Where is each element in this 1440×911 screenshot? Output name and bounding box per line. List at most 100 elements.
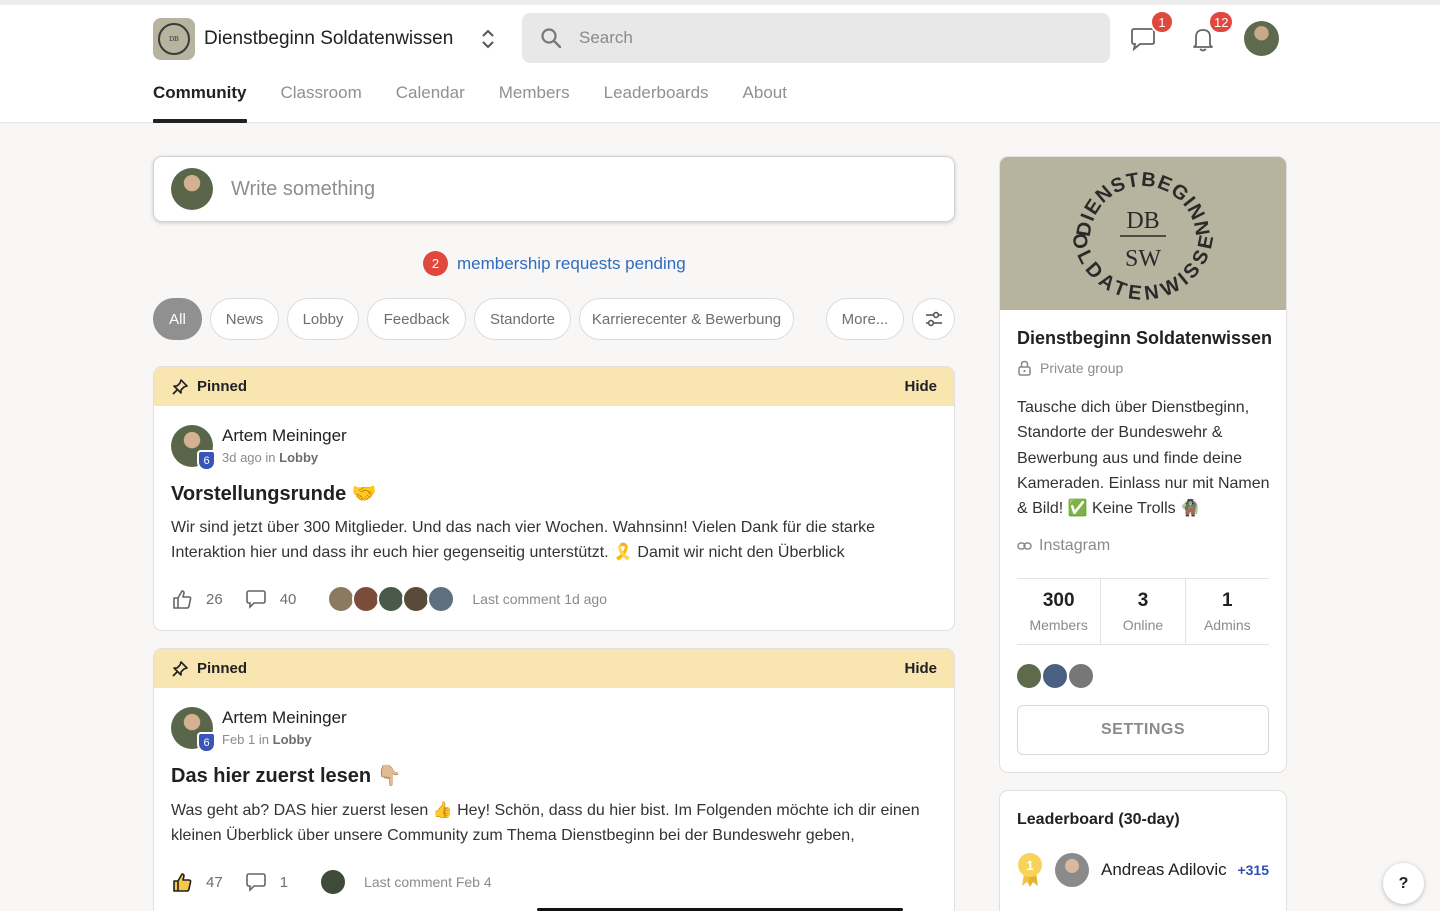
post-category[interactable]: Lobby bbox=[279, 450, 318, 465]
leaderboard-row[interactable]: 1 Andreas Adilovic +315 bbox=[1017, 851, 1269, 889]
commenter-avatar bbox=[377, 585, 406, 613]
privacy-label: Private group bbox=[1040, 360, 1124, 376]
group-logo-text: DB bbox=[169, 35, 179, 43]
comment-icon[interactable] bbox=[245, 588, 267, 610]
post-card[interactable]: Pinned Hide 6 Artem Meininger 3d ago in … bbox=[153, 366, 955, 631]
post-author[interactable]: 6 Artem Meininger 3d ago in Lobby bbox=[171, 425, 347, 471]
comment-count: 1 bbox=[279, 873, 289, 891]
last-comment: Last comment Feb 4 bbox=[364, 874, 492, 890]
author-avatar[interactable]: 6 bbox=[171, 707, 216, 753]
group-info-card: DIENSTBEGINN SOLDATENWISSEN DB SW Dienst… bbox=[999, 156, 1287, 773]
chip-karrierecenter[interactable]: Karrierecenter & Bewerbung bbox=[579, 298, 794, 340]
post-category[interactable]: Lobby bbox=[273, 732, 312, 747]
top-header: DB Dienstbeginn Soldatenwissen 1 12 Comm… bbox=[0, 5, 1440, 123]
filter-settings-button[interactable] bbox=[912, 298, 955, 340]
help-button[interactable]: ? bbox=[1383, 863, 1424, 904]
pinned-bar: Pinned Hide bbox=[154, 649, 954, 688]
tab-community[interactable]: Community bbox=[153, 75, 247, 123]
stat-online[interactable]: 3 Online bbox=[1100, 579, 1184, 644]
last-comment: Last comment 1d ago bbox=[472, 591, 608, 607]
stat-members[interactable]: 300 Members bbox=[1017, 579, 1100, 644]
pin-icon bbox=[172, 378, 188, 395]
author-info: Artem Meininger Feb 1 in Lobby bbox=[222, 708, 347, 747]
author-name[interactable]: Artem Meininger bbox=[222, 426, 347, 446]
author-name[interactable]: Artem Meininger bbox=[222, 708, 347, 728]
chat-badge: 1 bbox=[1150, 10, 1174, 34]
member-avatar bbox=[1015, 662, 1043, 690]
privacy-status: Private group bbox=[1017, 360, 1123, 376]
group-logo-ring: DB bbox=[158, 23, 190, 55]
post-composer[interactable]: Write something bbox=[153, 156, 955, 222]
member-avatar bbox=[1067, 662, 1095, 690]
leaderboard-name[interactable]: Andreas Adilovic bbox=[1101, 860, 1227, 880]
leaderboard-avatar[interactable] bbox=[1055, 853, 1089, 887]
group-brand[interactable]: DB Dienstbeginn Soldatenwissen bbox=[153, 17, 453, 61]
comment-count: 40 bbox=[279, 590, 297, 608]
post-footer: 47 1 Last comment Feb 4 bbox=[171, 868, 492, 896]
like-icon-active[interactable] bbox=[171, 871, 193, 893]
category-filters: All News Lobby Feedback Standorte Karrie… bbox=[153, 298, 955, 340]
group-switcher-icon[interactable] bbox=[478, 26, 498, 52]
post-footer: 26 40 Last comment 1d ago bbox=[171, 585, 607, 613]
user-avatar[interactable] bbox=[1244, 21, 1279, 56]
membership-requests[interactable]: 2 membership requests pending bbox=[423, 251, 686, 276]
instagram-label[interactable]: Instagram bbox=[1039, 537, 1110, 555]
stat-admins[interactable]: 1 Admins bbox=[1184, 579, 1269, 644]
stat-value: 300 bbox=[1042, 590, 1075, 611]
pinned-bar: Pinned Hide bbox=[154, 367, 954, 406]
meta-in: in bbox=[258, 732, 269, 747]
chip-news[interactable]: News bbox=[210, 298, 279, 340]
post-body: Was geht ab? DAS hier zuerst lesen 👍 Hey… bbox=[171, 802, 920, 844]
tab-about[interactable]: About bbox=[743, 75, 787, 123]
pin-icon bbox=[172, 660, 188, 677]
comment-icon[interactable] bbox=[245, 871, 267, 893]
group-description: Tausche dich über Dienstbeginn, Standort… bbox=[1017, 399, 1270, 518]
link-icon bbox=[1017, 542, 1032, 550]
stat-label: Members bbox=[1029, 617, 1088, 633]
chip-feedback[interactable]: Feedback bbox=[367, 298, 466, 340]
group-title: Dienstbeginn Soldatenwissen bbox=[1017, 328, 1273, 348]
commenter-avatars[interactable] bbox=[319, 868, 348, 896]
banner-db-text: DB bbox=[1126, 208, 1159, 234]
chip-all[interactable]: All bbox=[153, 298, 202, 340]
stat-label: Admins bbox=[1203, 617, 1251, 633]
leaderboard-points: +315 bbox=[1237, 862, 1269, 878]
tab-leaderboards[interactable]: Leaderboards bbox=[604, 75, 709, 123]
like-count: 47 bbox=[206, 873, 223, 891]
stat-value: 1 bbox=[1222, 590, 1233, 611]
tab-classroom[interactable]: Classroom bbox=[281, 75, 362, 123]
search-icon bbox=[541, 28, 562, 49]
member-avatar bbox=[1041, 662, 1069, 690]
composer-placeholder: Write something bbox=[231, 177, 376, 200]
settings-button[interactable]: SETTINGS bbox=[1017, 705, 1269, 755]
requests-link[interactable]: membership requests pending bbox=[457, 254, 686, 274]
chip-lobby[interactable]: Lobby bbox=[287, 298, 359, 340]
chip-more[interactable]: More... bbox=[826, 298, 904, 340]
meta-in: in bbox=[265, 450, 276, 465]
author-avatar[interactable]: 6 bbox=[171, 425, 216, 471]
level-badge: 6 bbox=[197, 450, 216, 471]
commenter-avatar bbox=[352, 585, 381, 613]
pinned-label: Pinned bbox=[197, 378, 248, 395]
tab-members[interactable]: Members bbox=[499, 75, 570, 123]
tab-calendar[interactable]: Calendar bbox=[396, 75, 465, 123]
stat-label: Online bbox=[1122, 617, 1164, 633]
member-avatars[interactable] bbox=[1015, 662, 1095, 690]
post-author[interactable]: 6 Artem Meininger Feb 1 in Lobby bbox=[171, 707, 347, 753]
search-input[interactable] bbox=[579, 28, 1059, 48]
post-body: Wir sind jetzt über 300 Mitglieder. Und … bbox=[171, 519, 876, 561]
post-title[interactable]: Das hier zuerst lesen 👇🏼 bbox=[171, 763, 402, 788]
lock-icon bbox=[1018, 360, 1031, 376]
commenter-avatars[interactable] bbox=[327, 585, 456, 613]
hide-button[interactable]: Hide bbox=[904, 378, 937, 395]
notification-badge: 12 bbox=[1208, 10, 1235, 34]
search-bar[interactable] bbox=[522, 13, 1110, 63]
like-icon[interactable] bbox=[171, 588, 193, 610]
hide-button[interactable]: Hide bbox=[904, 660, 937, 677]
post-title[interactable]: Vorstellungsrunde 🤝 bbox=[171, 481, 377, 506]
gold-medal-icon: 1 bbox=[1018, 853, 1042, 887]
like-count: 26 bbox=[206, 590, 223, 608]
instagram-link[interactable]: Instagram bbox=[1017, 537, 1110, 555]
post-card[interactable]: Pinned Hide 6 Artem Meininger Feb 1 in L… bbox=[153, 648, 955, 911]
chip-standorte[interactable]: Standorte bbox=[474, 298, 571, 340]
